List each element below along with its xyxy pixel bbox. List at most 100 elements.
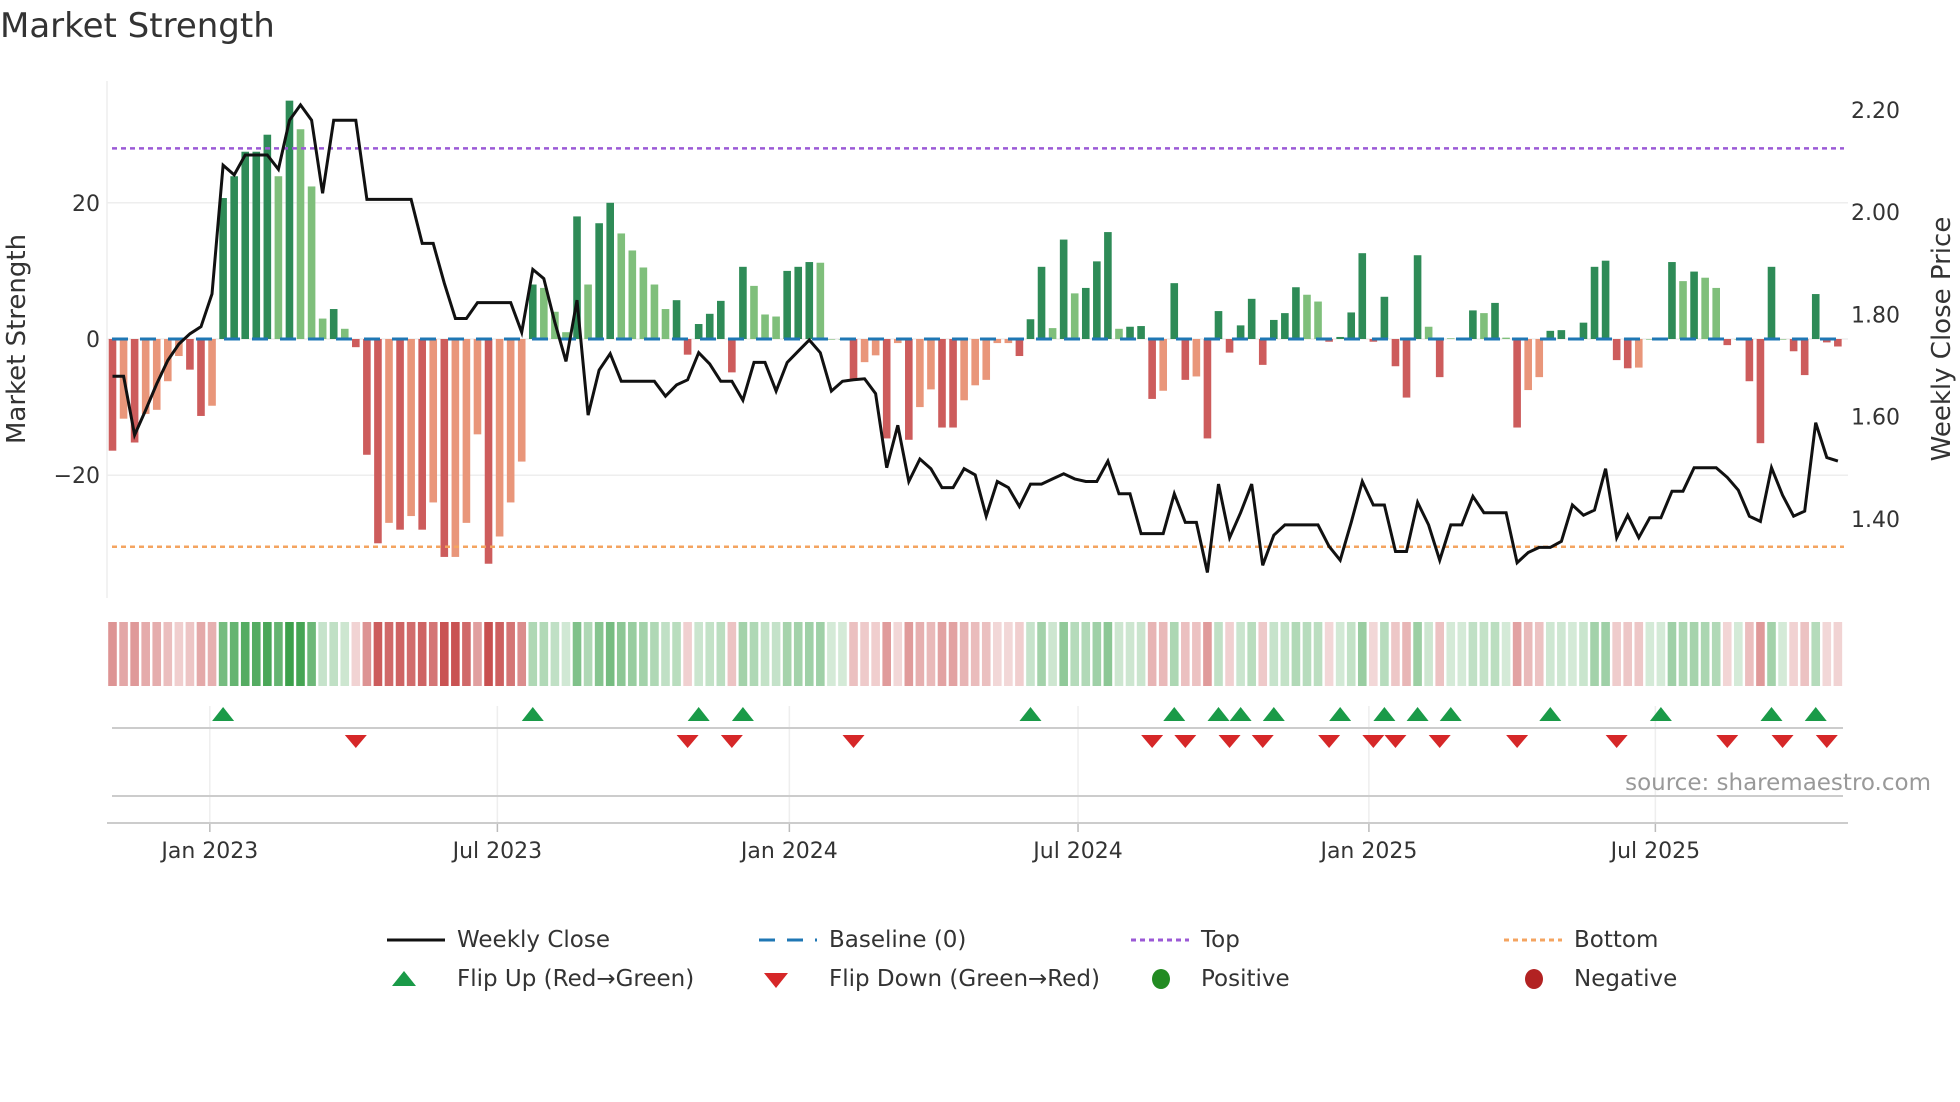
strength-strip-cell: [970, 622, 980, 686]
strength-strip-cell: [274, 622, 283, 686]
strength-strip-cell: [517, 622, 527, 686]
strength-bar: [1015, 339, 1024, 357]
strength-bar: [661, 309, 670, 339]
strength-bar: [694, 324, 703, 339]
flip-down-marker: [1428, 735, 1451, 748]
strength-bar: [728, 339, 736, 373]
market-strength-chart: 20 0 −20 2.20 2.00 1.80 1.60 1.40 Market Strengt…: [2, 81, 1957, 864]
strength-strip-cell: [1557, 622, 1566, 686]
y2-tick-label: 1.80: [1851, 303, 1900, 328]
strength-strip-cell: [1546, 622, 1555, 686]
strength-bar: [263, 134, 272, 339]
strength-bar: [1413, 255, 1422, 339]
strength-bar: [1745, 339, 1754, 382]
strength-strip-cell: [229, 622, 239, 686]
strength-strip-cell: [495, 622, 504, 686]
strength-bar: [186, 339, 194, 370]
strength-strip-cell: [373, 622, 383, 686]
strength-strip-cell: [1590, 622, 1599, 686]
strength-bar: [860, 339, 869, 363]
strength-bar: [1513, 339, 1521, 428]
y2-tick-label: 2.00: [1851, 201, 1900, 226]
legend-bottom: Bottom: [1504, 927, 1658, 953]
strength-strip-cell: [417, 622, 427, 686]
strength-bar: [451, 339, 460, 557]
strength-bar: [617, 233, 626, 339]
strength-bar: [1292, 287, 1300, 339]
strength-strip-cell: [1734, 622, 1743, 686]
strength-bar: [1690, 271, 1698, 339]
strength-bar: [540, 287, 548, 339]
flip-down-marker: [1716, 735, 1739, 748]
strength-strip-cell: [1181, 622, 1190, 686]
strength-bar: [1469, 310, 1477, 339]
strength-bar: [418, 339, 426, 530]
flip-down-marker: [1218, 735, 1241, 748]
strength-strip-cell: [639, 622, 648, 686]
strength-bar: [606, 202, 614, 339]
strength-strip-cell: [1081, 622, 1091, 686]
strength-strip-cell: [1745, 622, 1754, 686]
strength-bar: [1535, 339, 1544, 378]
y-tick-label: 20: [72, 192, 100, 217]
strength-bar: [1601, 260, 1610, 339]
strength-bar: [827, 339, 836, 340]
strength-bar: [1668, 262, 1676, 339]
strength-bar: [363, 339, 371, 455]
strength-bar: [1137, 326, 1145, 339]
y-tick-label: 0: [86, 328, 100, 353]
strength-strip-cell: [1490, 622, 1500, 686]
strength-strip-cell: [1015, 622, 1024, 686]
strength-strip-cell: [727, 622, 737, 686]
strength-bar: [1723, 339, 1732, 346]
strength-bar: [871, 339, 880, 356]
strength-strip-cell: [683, 622, 692, 686]
strength-bar: [1380, 296, 1389, 339]
strength-bar: [374, 339, 382, 544]
strength-bar: [1181, 339, 1190, 380]
strength-bar: [982, 339, 991, 380]
strength-bar: [1789, 339, 1798, 352]
x-tick-label: Jul 2024: [1031, 839, 1123, 864]
legend-label: Flip Up (Red→Green): [457, 966, 695, 992]
legend-label: Baseline (0): [829, 927, 967, 953]
strength-bar: [772, 316, 780, 339]
strength-bar: [1491, 302, 1499, 339]
dotted-line-swatch-icon: [1131, 930, 1191, 950]
strength-bar: [1214, 311, 1223, 339]
strength-strip-cell: [240, 622, 250, 686]
strength-strip-cell: [1789, 622, 1798, 686]
triangle-down-icon: [759, 969, 819, 989]
strength-strip-cell: [484, 622, 493, 686]
flip-down-marker: [1815, 735, 1838, 748]
x-tick-label: Jul 2023: [451, 839, 543, 864]
strength-strip-cell: [705, 622, 715, 686]
strength-bar: [1281, 313, 1289, 339]
strength-bar: [1811, 294, 1820, 339]
strength-strip-cell: [1391, 622, 1400, 686]
strength-bar: [1358, 253, 1367, 339]
strength-strip-cell: [251, 622, 261, 686]
strength-bar: [274, 176, 283, 339]
strength-bar: [650, 284, 659, 339]
strength-bar: [241, 151, 250, 339]
x-tick-label: Jan 2025: [1318, 839, 1417, 864]
flip-up-marker: [1207, 707, 1230, 721]
strength-strip-cell: [1479, 622, 1489, 686]
strength-strip-cell: [1324, 622, 1334, 686]
strength-strip-cell: [185, 622, 195, 686]
strength-strip-cell: [1722, 622, 1732, 686]
strength-strip-cell: [782, 622, 792, 686]
strength-strip-cell: [163, 622, 173, 686]
strength-strip-cell: [738, 622, 748, 686]
strength-strip-cell: [1037, 622, 1046, 686]
strength-strip-cell: [1700, 622, 1710, 686]
strength-bar: [219, 198, 227, 339]
line-swatch-icon: [387, 930, 447, 950]
flip-down-marker: [676, 735, 699, 748]
strength-bar: [230, 176, 238, 339]
flip-up-marker: [521, 707, 544, 721]
strength-bar: [352, 339, 360, 348]
flip-up-marker: [1373, 707, 1396, 721]
strength-strip-cell: [1346, 622, 1356, 686]
